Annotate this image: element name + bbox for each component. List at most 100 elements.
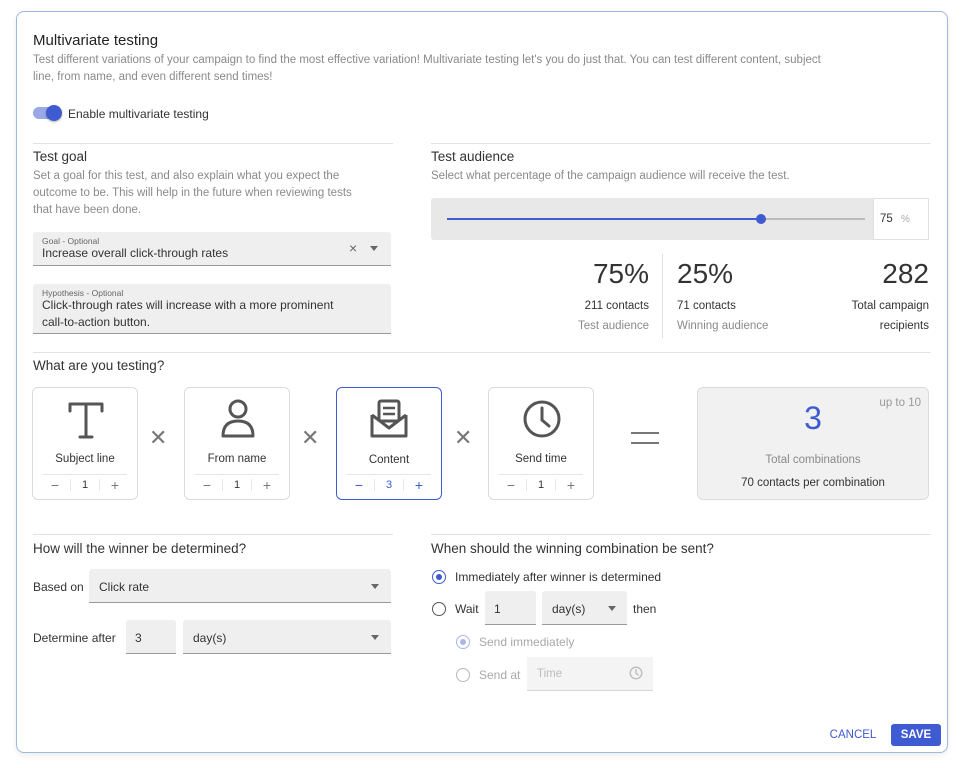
enable-toggle[interactable] — [33, 105, 62, 121]
page-title: Multivariate testing — [33, 32, 159, 49]
increment-button[interactable]: + — [559, 477, 583, 493]
divider — [431, 143, 931, 144]
percent-input[interactable]: 75 % — [873, 198, 929, 240]
hypothesis-line-1: Click-through rates will increase with a… — [42, 298, 334, 312]
tile-label: From name — [207, 453, 267, 465]
test-audience-label: Test audience — [578, 320, 649, 332]
determine-unit-value: day(s) — [193, 631, 227, 645]
based-on-select[interactable]: Click rate — [89, 569, 391, 603]
total-combinations-card: 3 up to 10 Total combinations 70 contact… — [697, 387, 929, 500]
clock-icon[interactable] — [629, 666, 643, 680]
save-button[interactable]: SAVE — [891, 724, 941, 746]
based-on-value: Click rate — [99, 580, 150, 594]
divider — [33, 534, 393, 535]
winner-title: How will the winner be determined? — [33, 541, 247, 556]
send-at-time-input[interactable]: Time — [527, 657, 653, 691]
increment-button[interactable]: + — [255, 477, 279, 493]
description-line-1: Test different variations of your campai… — [33, 54, 821, 66]
total-recipients-label-1: Total campaign — [851, 300, 929, 312]
total-recipients: 282 — [882, 258, 929, 289]
stepper-value[interactable]: 3 — [374, 478, 404, 491]
then-label: then — [633, 602, 657, 616]
determine-after-input[interactable]: 3 — [126, 620, 176, 654]
subject-line-stepper[interactable]: − 1 + — [43, 474, 127, 494]
winning-audience-pct: 25% — [677, 258, 734, 289]
test-goal-title: Test goal — [33, 149, 88, 164]
equals-icon — [631, 432, 659, 444]
wait-unit-select[interactable]: day(s) — [542, 591, 627, 625]
tile-from-name[interactable]: From name − 1 + — [184, 387, 290, 500]
divider — [431, 534, 931, 535]
increment-button[interactable]: + — [407, 477, 431, 493]
radio-send-immediately[interactable] — [456, 635, 470, 649]
from-name-stepper[interactable]: − 1 + — [195, 474, 279, 494]
slider-fill — [447, 218, 761, 220]
description-line-2: line, from name, and even different send… — [33, 71, 273, 83]
total-recipients-label-2: recipients — [879, 320, 929, 332]
divider — [33, 352, 931, 353]
determine-unit-select[interactable]: day(s) — [183, 620, 391, 654]
tile-send-time[interactable]: Send time − 1 + — [488, 387, 594, 500]
multiply-icon: ✕ — [149, 425, 168, 450]
goal-select[interactable]: Goal - Optional Increase overall click-t… — [33, 232, 391, 266]
divider — [662, 254, 663, 338]
stepper-value[interactable]: 1 — [70, 478, 100, 491]
slider-thumb[interactable] — [755, 214, 766, 224]
clear-icon[interactable]: × — [349, 240, 357, 256]
multiply-icon: ✕ — [454, 425, 473, 450]
wait-unit-value: day(s) — [552, 602, 586, 616]
radio-send-immediately-label[interactable]: Send immediately — [479, 635, 574, 649]
test-audience-desc: Select what percentage of the campaign a… — [431, 170, 790, 182]
chevron-down-icon[interactable] — [371, 635, 379, 640]
goal-value: Increase overall click-through rates — [42, 246, 229, 260]
hypothesis-field[interactable]: Hypothesis - Optional Click-through rate… — [33, 284, 391, 334]
goal-label: Goal - Optional — [42, 236, 100, 246]
test-goal-desc-1: Set a goal for this test, and also expla… — [33, 170, 340, 182]
send-time-stepper[interactable]: − 1 + — [499, 474, 583, 494]
decrement-button[interactable]: − — [347, 477, 371, 493]
send-title: When should the winning combination be s… — [431, 541, 714, 556]
stepper-value[interactable]: 1 — [526, 478, 556, 491]
stepper-value[interactable]: 1 — [222, 478, 252, 491]
chevron-down-icon[interactable] — [371, 584, 379, 589]
toggle-label[interactable]: Enable multivariate testing — [68, 107, 209, 121]
decrement-button[interactable]: − — [195, 477, 219, 493]
winning-audience-label: Winning audience — [677, 320, 769, 332]
decrement-button[interactable]: − — [43, 477, 67, 493]
cancel-button[interactable]: CANCEL — [823, 724, 883, 746]
tile-label: Subject line — [55, 453, 115, 465]
mail-icon — [370, 399, 408, 438]
tile-subject-line[interactable]: Subject line − 1 + — [32, 387, 138, 500]
test-audience-pct: 75% — [592, 258, 649, 289]
test-goal-desc-2: outcome to be. This will help in the fut… — [33, 187, 352, 199]
radio-immediately-label[interactable]: Immediately after winner is determined — [455, 570, 661, 584]
based-on-label: Based on — [33, 580, 84, 594]
radio-wait[interactable] — [432, 602, 446, 616]
winning-audience-contacts: 71 contacts — [677, 300, 736, 312]
percent-value: 75 — [880, 213, 893, 225]
test-audience-contacts: 211 contacts — [584, 300, 649, 312]
contacts-per-combination: 70 contacts per combination — [741, 477, 885, 489]
determine-after-label: Determine after — [33, 631, 116, 645]
increment-button[interactable]: + — [103, 477, 127, 493]
audience-slider-panel: 75 % — [431, 198, 929, 240]
tile-label: Content — [368, 454, 410, 466]
chevron-down-icon[interactable] — [608, 606, 616, 611]
testing-title: What are you testing? — [33, 358, 165, 373]
test-audience-title: Test audience — [431, 149, 515, 164]
chevron-down-icon[interactable] — [370, 246, 378, 251]
content-stepper[interactable]: − 3 + — [347, 474, 431, 494]
radio-wait-label[interactable]: Wait — [455, 602, 479, 616]
radio-send-at-label[interactable]: Send at — [479, 668, 520, 682]
radio-immediately[interactable] — [432, 570, 446, 584]
test-goal-desc-3: that have been done. — [33, 204, 142, 216]
slider-track[interactable] — [447, 214, 865, 224]
tile-label: Send time — [515, 453, 567, 465]
percent-unit: % — [901, 214, 910, 225]
hypothesis-label: Hypothesis - Optional — [42, 288, 124, 298]
radio-send-at[interactable] — [456, 668, 470, 682]
wait-value: 1 — [494, 602, 501, 616]
tile-content[interactable]: Content − 3 + — [336, 387, 442, 500]
decrement-button[interactable]: − — [499, 477, 523, 493]
wait-input[interactable]: 1 — [485, 591, 536, 625]
